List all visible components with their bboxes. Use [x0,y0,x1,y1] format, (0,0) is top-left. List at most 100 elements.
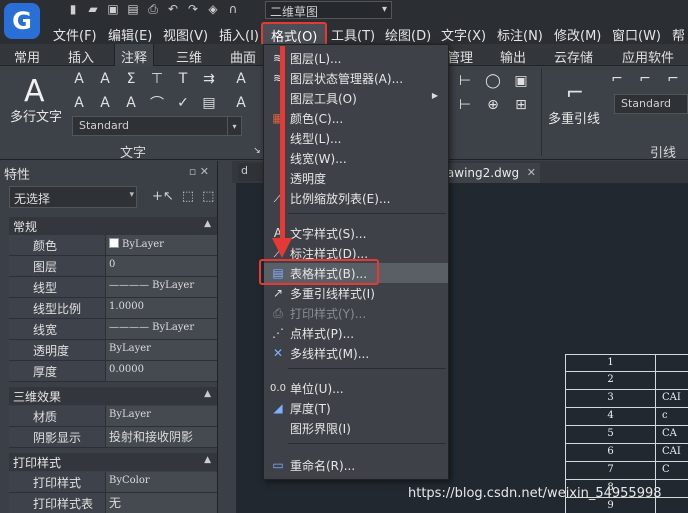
toggle-pickadd-icon[interactable]: +↖ [152,189,174,204]
menu-item-layer[interactable]: ≋ 图层(L)... [264,48,448,68]
prop-value[interactable]: ByLayer [105,235,217,255]
new-file-icon[interactable]: ▮ [66,2,80,16]
mleader-style-select[interactable]: Standard [614,94,688,114]
doc-tab-1[interactable]: d [238,163,264,181]
text-justify-icon[interactable]: A [232,94,250,112]
section-plot-style[interactable]: 打印样式 ▲ [9,453,217,471]
tab-home[interactable]: 常用 [14,47,40,66]
mleader-remove-icon[interactable]: ⌐ [636,70,654,88]
menu-insert[interactable]: 插入(I) [219,25,259,44]
menu-edit[interactable]: 编辑(E) [108,25,152,44]
text-box-icon[interactable]: A [96,94,114,112]
mleader-button-label[interactable]: 多重引线 [548,108,600,127]
section-3d-effects[interactable]: 三维效果 ▲ [9,387,217,405]
workspace-select[interactable]: 二维草图 ▾ [265,1,392,19]
menu-item-lineweight[interactable]: 线宽(W)... [264,148,448,168]
menu-item-layer-state[interactable]: ≋ 图层状态管理器(A)... [264,68,448,88]
menu-file[interactable]: 文件(F) [53,25,97,44]
tab-annotate[interactable]: 注释 [114,44,155,66]
menu-item-transparency[interactable]: 透明度 [264,168,448,188]
menu-format[interactable]: 格式(O) [261,22,327,46]
text-scale-icon[interactable]: A [122,94,140,112]
menu-item-drawing-limits[interactable]: 图形界限(I) [264,418,448,438]
doc-tab-drawing2[interactable]: rawing2.dwg ✕ [440,163,540,183]
menu-modify[interactable]: 修改(M) [554,25,601,44]
mleader-add-icon[interactable]: ⌐ [608,70,626,88]
mtext-button-label[interactable]: 多行文字 [10,106,62,125]
text-style-icon[interactable]: A [232,70,250,88]
tab-output[interactable]: 输出 [500,47,526,66]
selection-select[interactable]: 无选择 ▾ [9,186,137,208]
prop-row-linetype-scale[interactable]: 线型比例 1.0000 [9,298,217,319]
sum-icon[interactable]: Σ [122,70,140,88]
text-frame-icon[interactable]: A [70,94,88,112]
menu-item-plot-style[interactable]: ⎙ 打印样式(Y)... [264,303,448,323]
dim-circle-icon[interactable]: ◯ [484,72,502,90]
prop-row-plot-style[interactable]: 打印样式 ByColor [9,472,217,493]
prop-value[interactable]: ———— ByLayer [105,277,217,297]
dim-center-icon[interactable]: ⊞ [512,96,530,114]
prop-value[interactable]: ByColor [105,472,217,492]
menu-item-rename[interactable]: ▭ 重命名(R)... [264,455,448,475]
single-text-icon[interactable]: A [70,70,88,88]
prop-row-transparency[interactable]: 透明度 ByLayer [9,340,217,361]
tab-insert[interactable]: 插入 [68,47,94,66]
menu-item-mleader-style[interactable]: ↗ 多重引线样式(I) [264,283,448,303]
tab-3d[interactable]: 三维 [176,47,202,66]
menu-item-mline-style[interactable]: ✕ 多线样式(M)... [264,343,448,363]
prop-row-layer[interactable]: 图层 0 [9,256,217,277]
tab-surface[interactable]: 曲面 [230,47,256,66]
undo-icon[interactable]: ↶ [166,2,180,16]
prop-value[interactable]: 0 [105,256,217,276]
menu-item-layer-tools[interactable]: 图层工具(O) ▶ [264,88,448,108]
menu-window[interactable]: 窗口(W) [612,25,661,44]
save-as-icon[interactable]: ▤ [126,2,140,16]
menu-text[interactable]: 文字(X) [441,25,486,44]
prop-row-thickness[interactable]: 厚度 0.0000 [9,361,217,382]
menu-item-linetype[interactable]: 线型(L)... [264,128,448,148]
select-objects-icon[interactable]: ⬚ [182,189,194,204]
tab-manage[interactable]: 管理 [447,47,473,66]
dim-continue-icon[interactable]: ⊢ [456,96,474,114]
prop-value[interactable]: 0.0000 [105,361,217,381]
save-icon[interactable]: ▣ [106,2,120,16]
text-size-icon[interactable]: T [174,70,192,88]
layers-icon[interactable]: ◈ [206,2,220,16]
headset-icon[interactable]: ∩ [226,2,240,16]
prop-value[interactable]: ByLayer [105,406,217,426]
text-edit-icon[interactable]: A [96,70,114,88]
menu-item-point-style[interactable]: ⋰ 点样式(P)... [264,323,448,343]
text-arc-icon[interactable]: ⌒ [148,94,166,112]
menu-help[interactable]: 帮 [672,25,685,44]
multiline-text-icon[interactable]: A [24,74,45,109]
text-align-icon[interactable]: ⊤ [148,70,166,88]
menu-item-scale-list[interactable]: ⟋ 比例缩放列表(E)... [264,188,448,208]
menu-item-units[interactable]: 0.0 单位(U)... [264,378,448,398]
print-icon[interactable]: ⎙ [146,2,160,16]
prop-row-shadow[interactable]: 阴影显示 投射和接收阴影 [9,427,217,448]
mleader-icon[interactable]: ⌐ [562,80,588,106]
prop-value[interactable]: ByLayer [105,340,217,360]
close-icon[interactable]: ✕ [527,166,536,179]
text-mask-icon[interactable]: ▤ [200,94,218,112]
prop-row-material[interactable]: 材质 ByLayer [9,406,217,427]
quick-select-icon[interactable]: ⬚ [202,189,214,204]
text-find-icon[interactable]: ⇉ [200,70,218,88]
dim-table-icon[interactable]: ▣ [512,72,530,90]
text-style-select[interactable]: Standard ▾ [72,116,242,136]
open-file-icon[interactable]: ▰ [86,2,100,16]
menu-item-thickness[interactable]: ◢ 厚度(T) [264,398,448,418]
app-logo[interactable]: G [4,3,40,39]
menu-tools[interactable]: 工具(T) [331,25,375,44]
mleader-align-icon[interactable]: ⌐ [664,70,682,88]
menu-draw[interactable]: 绘图(D) [385,25,431,44]
prop-row-lineweight[interactable]: 线宽 ———— ByLayer [9,319,217,340]
section-general[interactable]: 常规 ▲ [9,217,217,235]
prop-value[interactable]: 无 [105,493,217,513]
dim-tolerance-icon[interactable]: ⊕ [484,96,502,114]
prop-value[interactable]: 投射和接收阴影 [105,427,217,447]
tab-cloud[interactable]: 云存储 [554,47,593,66]
prop-row-plot-table[interactable]: 打印样式表 无 [9,493,217,513]
prop-row-color[interactable]: 颜色 ByLayer [9,235,217,256]
pin-icon[interactable]: ▫ ✕ [189,165,209,178]
